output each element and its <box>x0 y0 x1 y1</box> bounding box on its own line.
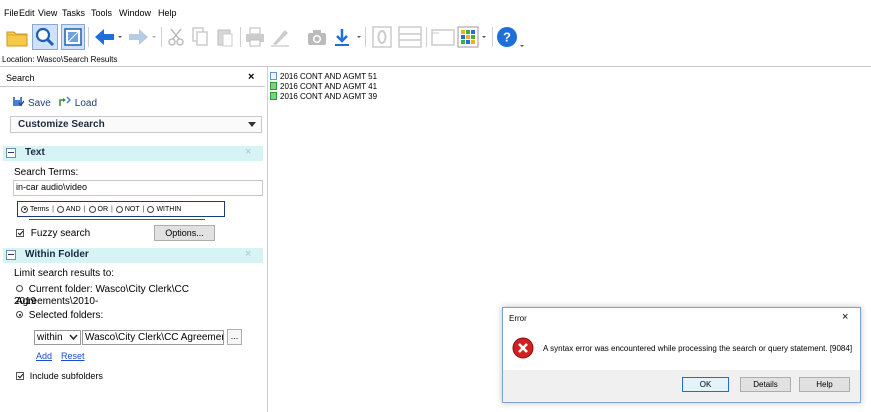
fuzzy-search-label: Fuzzy search <box>30 228 91 239</box>
folder-path-input[interactable]: Wasco\City Clerk\CC Agreements <box>82 330 224 345</box>
list-item[interactable]: 2016 CONT AND AGMT 39 <box>270 91 377 101</box>
save-load-bar: Save Load <box>12 96 97 110</box>
copy-icon[interactable] <box>189 24 211 50</box>
search-operator-group: Terms | AND | OR | NOT | WITHIN <box>17 201 225 217</box>
load-button[interactable]: Load <box>75 98 97 109</box>
error-dialog: Error × A syntax error was encountered w… <box>502 307 861 403</box>
save-icon[interactable] <box>12 96 25 110</box>
menu-help[interactable]: Help <box>158 8 177 18</box>
save-button[interactable]: Save <box>28 98 51 109</box>
result-label: 2016 CONT AND AGMT 39 <box>280 91 378 101</box>
scope-value: within <box>37 332 63 343</box>
print-icon[interactable] <box>244 24 266 50</box>
note-icon[interactable] <box>430 24 456 50</box>
menu-window[interactable]: Window <box>119 8 151 18</box>
menu-view[interactable]: View <box>38 8 57 18</box>
search-terms-label: Search Terms: <box>14 167 79 178</box>
forward-icon[interactable] <box>126 24 158 50</box>
search-panel-header: Search × <box>0 70 265 87</box>
result-label: 2016 CONT AND AGMT 41 <box>280 81 378 91</box>
include-subfolders-checkbox[interactable]: Include subfolders <box>16 370 103 383</box>
search-panel-title: Search <box>6 73 35 83</box>
text-section-title: Text <box>25 147 45 158</box>
download-icon[interactable] <box>333 24 363 50</box>
list-item[interactable]: 2016 CONT AND AGMT 51 <box>270 71 377 81</box>
menu-tools[interactable]: Tools <box>91 8 112 18</box>
location-bar: Location: Wasco\Search Results <box>2 55 118 64</box>
back-icon[interactable] <box>92 24 124 50</box>
operator-terms[interactable]: Terms <box>21 205 49 213</box>
selected-folders-label: Selected folders: <box>28 310 104 321</box>
search-icon[interactable] <box>32 24 58 50</box>
include-subfolders-label: Include subfolders <box>29 371 103 381</box>
cut-icon[interactable] <box>165 24 187 50</box>
limit-label: Limit search results to: <box>14 268 115 279</box>
within-folder-title: Within Folder <box>25 249 89 260</box>
list-item[interactable]: 2016 CONT AND AGMT 41 <box>270 81 377 91</box>
operator-within[interactable]: WITHIN <box>147 205 181 213</box>
load-icon[interactable] <box>59 96 71 110</box>
text-section-header[interactable]: Text × <box>3 146 263 161</box>
within-folder-section-header[interactable]: Within Folder × <box>3 248 263 263</box>
paste-icon[interactable] <box>214 24 236 50</box>
reset-folder-link[interactable]: Reset <box>61 351 85 361</box>
error-icon <box>512 337 534 359</box>
document-icon <box>270 92 277 100</box>
error-message: A syntax error was encountered while pro… <box>543 344 853 353</box>
radio-unselected[interactable] <box>16 285 23 292</box>
browse-button[interactable]: ... <box>227 329 242 345</box>
radio-selected[interactable] <box>16 311 23 318</box>
chevron-down-icon <box>69 334 78 341</box>
operator-not[interactable]: NOT <box>115 205 140 213</box>
close-icon[interactable]: × <box>248 71 254 83</box>
section-close-icon[interactable]: × <box>245 248 251 260</box>
document-icon <box>270 82 277 90</box>
collapse-icon[interactable] <box>6 250 16 260</box>
search-results-list: 2016 CONT AND AGMT 51 2016 CONT AND AGMT… <box>270 71 377 101</box>
help-icon[interactable]: ? <box>496 24 526 50</box>
search-terms-input[interactable]: in-car audio\video <box>13 180 263 196</box>
chevron-down-icon <box>248 122 256 127</box>
details-button[interactable]: Details <box>740 377 791 392</box>
selected-folders-radio[interactable]: Selected folders: <box>16 310 103 322</box>
operator-or[interactable]: OR <box>88 205 108 213</box>
ok-button[interactable]: OK <box>682 377 729 392</box>
customize-search-label: Customize Search <box>18 119 105 130</box>
view-icon[interactable] <box>397 24 423 50</box>
grid-icon[interactable] <box>457 24 489 50</box>
folder-icon[interactable] <box>5 24 29 50</box>
scope-select[interactable]: within <box>34 330 81 345</box>
collapse-icon[interactable] <box>6 148 16 158</box>
checkbox-checked[interactable] <box>16 229 24 238</box>
folder-path-value: Wasco\City Clerk\CC Agreements <box>85 332 224 343</box>
checkbox-checked[interactable] <box>16 372 24 381</box>
operator-and[interactable]: AND <box>56 205 81 213</box>
options-button[interactable]: Options... <box>154 225 215 241</box>
document-icon <box>270 72 277 80</box>
search-panel: Search × Save Load Customize Search Text… <box>0 67 268 412</box>
current-folder-label-cont: 2019 <box>14 296 37 307</box>
camera-icon[interactable] <box>306 24 328 50</box>
dialog-footer: OK Details Help <box>503 370 860 402</box>
menu-tasks[interactable]: Tasks <box>62 8 85 18</box>
customize-search-dropdown[interactable]: Customize Search <box>10 116 262 133</box>
record-icon[interactable] <box>370 24 394 50</box>
result-label: 2016 CONT AND AGMT 51 <box>280 71 378 81</box>
current-folder-radio[interactable]: Current folder: Wasco\City Clerk\CC Agre… <box>16 284 267 308</box>
panel-icon[interactable] <box>61 24 85 50</box>
section-close-icon[interactable]: × <box>245 146 251 158</box>
edit-icon[interactable] <box>269 24 291 50</box>
svg-text:?: ? <box>503 30 511 45</box>
add-folder-link[interactable]: Add <box>36 351 52 361</box>
dialog-title: Error <box>509 314 527 323</box>
search-terms-value: in-car audio\video <box>16 182 88 192</box>
fuzzy-search-checkbox[interactable]: Fuzzy search <box>16 228 90 240</box>
toolbar: ? <box>0 21 871 53</box>
menu-bar: File Edit View Tasks Tools Window Help <box>0 0 871 20</box>
help-button[interactable]: Help <box>799 377 850 392</box>
close-icon[interactable]: × <box>842 311 848 323</box>
menu-file[interactable]: File <box>4 8 19 18</box>
menu-edit[interactable]: Edit <box>19 8 35 18</box>
current-folder-label: Current folder: Wasco\City Clerk\CC Agre… <box>16 284 190 307</box>
